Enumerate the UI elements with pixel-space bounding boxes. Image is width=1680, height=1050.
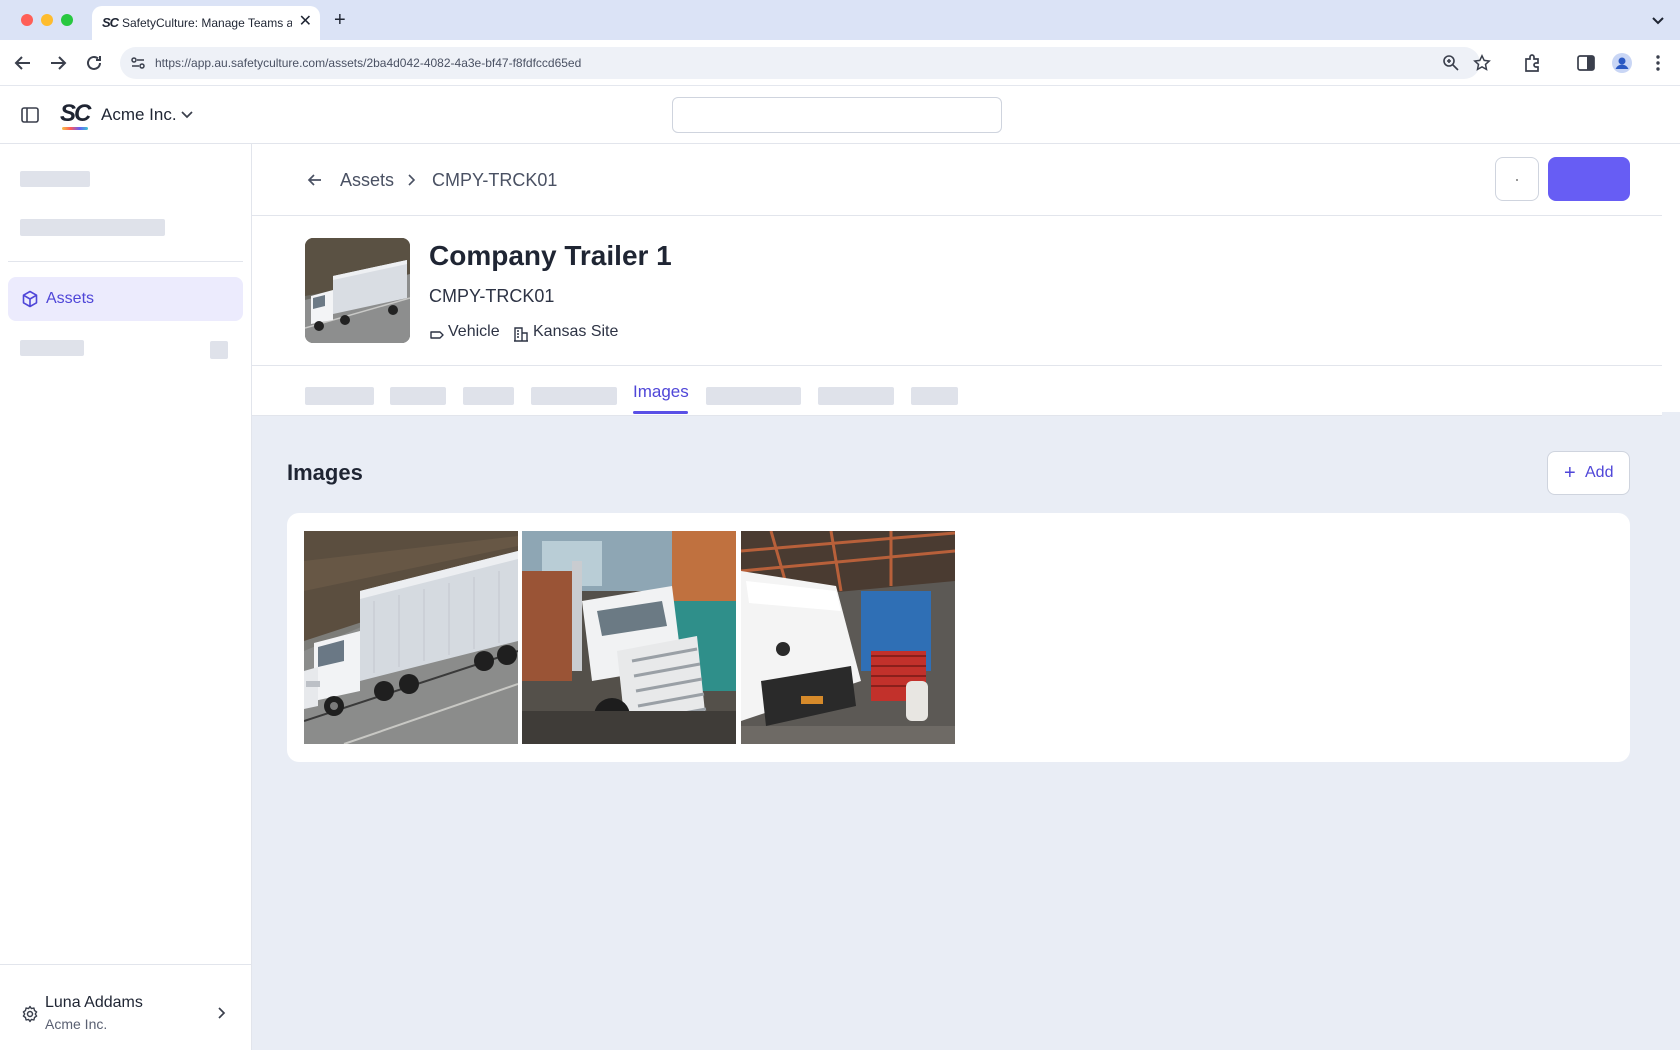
gear-icon xyxy=(22,1005,38,1023)
scrollbar[interactable] xyxy=(1662,412,1680,1050)
sidebar-toggle-icon[interactable] xyxy=(20,105,40,125)
asset-code: CMPY-TRCK01 xyxy=(429,286,555,306)
sidebar-item-placeholder[interactable] xyxy=(20,340,84,356)
chevron-right-icon xyxy=(408,174,416,186)
window-close-button[interactable] xyxy=(21,14,33,26)
more-options-button[interactable] xyxy=(1495,157,1539,201)
primary-action-button[interactable] xyxy=(1548,157,1630,201)
images-section: Images + Add xyxy=(252,416,1662,1050)
back-arrow-icon[interactable] xyxy=(306,171,324,189)
safetyculture-favicon-icon: SC xyxy=(102,15,119,30)
truck-workshop-image xyxy=(522,531,736,744)
asset-tabs: Images xyxy=(252,366,1662,416)
browser-tabstrip: SC SafetyCulture: Manage Teams and... ✕ … xyxy=(0,0,1680,40)
breadcrumb-assets-link[interactable]: Assets xyxy=(340,170,394,191)
truck-garage-image xyxy=(741,531,955,744)
more-dot-icon xyxy=(1516,179,1518,181)
tab-search-chevron-icon[interactable] xyxy=(1648,10,1668,30)
browser-toolbar: https://app.au.safetyculture.com/assets/… xyxy=(0,40,1680,86)
breadcrumb-current: CMPY-TRCK01 xyxy=(432,170,558,190)
gallery-image-truck-highway[interactable] xyxy=(304,531,518,744)
zoom-icon[interactable] xyxy=(1442,54,1460,72)
tab-images[interactable]: Images xyxy=(633,382,689,402)
reload-icon[interactable] xyxy=(83,52,105,74)
asset-thumbnail[interactable] xyxy=(305,238,410,343)
window-minimize-button[interactable] xyxy=(41,14,53,26)
gallery-image-truck-garage[interactable] xyxy=(741,531,955,744)
tab-placeholder[interactable] xyxy=(706,387,801,405)
cube-icon xyxy=(22,290,38,308)
truck-thumbnail-image xyxy=(305,238,410,343)
chevron-right-icon xyxy=(218,1007,226,1019)
breadcrumb: Assets CMPY-TRCK01 xyxy=(252,144,1662,216)
organization-name[interactable]: Acme Inc. xyxy=(101,105,177,125)
plus-icon: + xyxy=(1564,462,1576,484)
safetyculture-logo[interactable]: SC xyxy=(60,100,91,128)
active-tab-indicator xyxy=(633,411,688,414)
browser-tab-title: SafetyCulture: Manage Teams and... xyxy=(122,16,292,30)
scrollbar-track[interactable] xyxy=(1662,144,1680,412)
bookmark-star-icon[interactable] xyxy=(1473,54,1491,72)
tab-placeholder[interactable] xyxy=(463,387,514,405)
address-bar[interactable]: https://app.au.safetyculture.com/assets/… xyxy=(120,47,1491,79)
chevron-down-icon[interactable] xyxy=(180,107,194,121)
profile-avatar-icon[interactable] xyxy=(1611,52,1633,74)
truck-highway-image xyxy=(304,531,518,744)
side-panel-icon[interactable] xyxy=(1575,52,1597,74)
forward-nav-icon[interactable] xyxy=(47,52,69,74)
asset-site: Kansas Site xyxy=(533,323,619,340)
building-icon xyxy=(514,327,528,342)
sidebar-divider xyxy=(8,261,243,262)
tag-icon xyxy=(430,331,444,339)
tab-placeholder[interactable] xyxy=(531,387,617,405)
app-header: SC Acme Inc. xyxy=(0,86,1680,144)
sidebar: Assets Luna Addams Acme Inc. xyxy=(0,144,252,1050)
site-settings-icon[interactable] xyxy=(130,55,146,71)
browser-tab[interactable]: SC SafetyCulture: Manage Teams and... ✕ xyxy=(92,6,320,40)
browser-menu-icon[interactable] xyxy=(1647,52,1669,74)
tab-placeholder[interactable] xyxy=(305,387,374,405)
sidebar-item-label: Assets xyxy=(46,290,95,307)
image-gallery xyxy=(287,513,1630,762)
sidebar-item-placeholder[interactable] xyxy=(20,171,90,187)
window-maximize-button[interactable] xyxy=(61,14,73,26)
main-content: Assets CMPY-TRCK01 Company Trailer 1 CMP… xyxy=(252,144,1662,1050)
user-organization: Acme Inc. xyxy=(45,1016,108,1032)
back-nav-icon[interactable] xyxy=(12,52,34,74)
sidebar-item-placeholder[interactable] xyxy=(20,219,165,236)
add-image-button[interactable]: + Add xyxy=(1547,451,1630,495)
tab-placeholder[interactable] xyxy=(390,387,446,405)
sidebar-badge-placeholder xyxy=(210,341,228,359)
tab-placeholder[interactable] xyxy=(818,387,894,405)
url-text: https://app.au.safetyculture.com/assets/… xyxy=(155,56,582,70)
tab-placeholder[interactable] xyxy=(911,387,958,405)
asset-header: Company Trailer 1 CMPY-TRCK01 Vehicle Ka… xyxy=(252,216,1662,366)
global-search-input[interactable] xyxy=(672,97,1002,133)
gallery-image-truck-workshop[interactable] xyxy=(522,531,736,744)
close-tab-icon[interactable]: ✕ xyxy=(299,12,312,32)
user-profile-footer[interactable]: Luna Addams Acme Inc. xyxy=(0,964,251,1050)
extensions-icon[interactable] xyxy=(1521,52,1543,74)
user-name: Luna Addams xyxy=(45,994,143,1011)
asset-type: Vehicle xyxy=(448,323,500,340)
section-title: Images xyxy=(287,460,363,485)
new-tab-icon[interactable]: + xyxy=(334,8,346,32)
add-button-label: Add xyxy=(1585,464,1614,481)
logo-accent-bar xyxy=(62,127,88,130)
asset-title: Company Trailer 1 xyxy=(429,240,672,271)
sidebar-item-assets[interactable]: Assets xyxy=(8,277,243,321)
